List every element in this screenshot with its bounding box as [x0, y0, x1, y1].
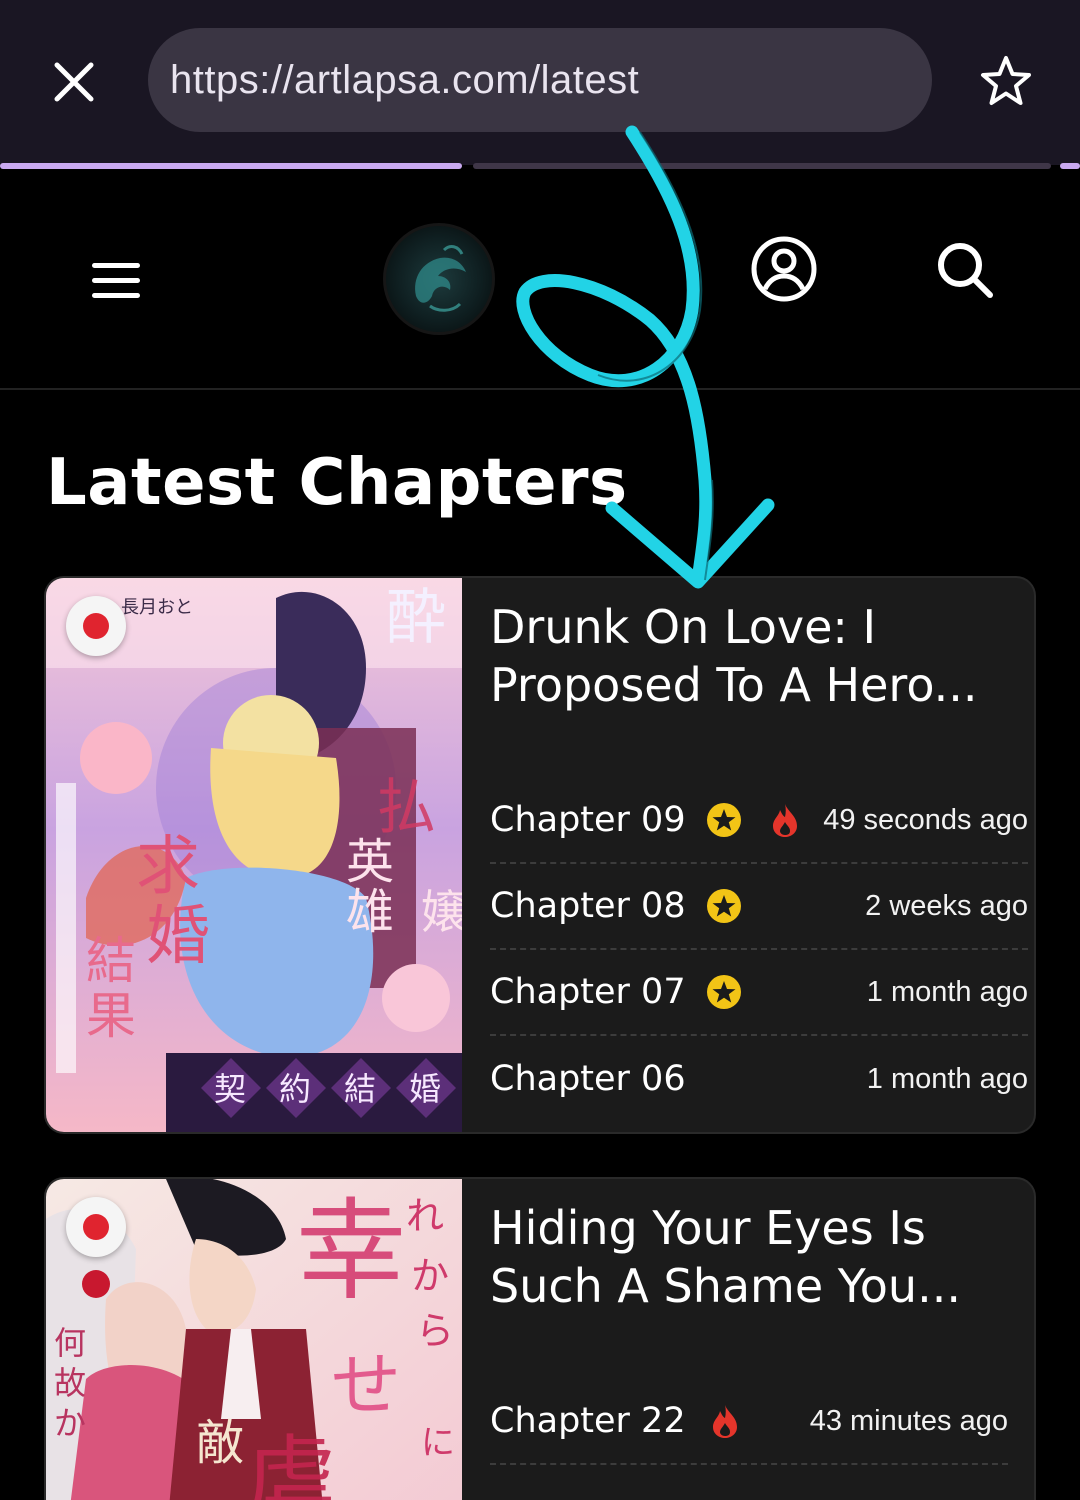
svg-text:か: か [54, 1404, 86, 1442]
chapter-time: 1 month ago [866, 975, 1028, 1008]
chapter-label: Chapter 08 [490, 886, 686, 926]
chapter-label: Chapter 07 [490, 972, 686, 1012]
series-title[interactable]: Hiding Your Eyes Is Such A Shame You... [490, 1199, 1010, 1315]
star-badge-icon [706, 889, 741, 923]
chapter-time: 2 weeks ago [865, 889, 1028, 922]
hamburger-menu-icon[interactable] [86, 259, 146, 303]
hot-badge [66, 1197, 126, 1257]
hot-badge [66, 596, 126, 656]
page-load-progress [0, 163, 1080, 171]
chapter-time: 1 month ago [866, 1062, 1028, 1095]
svg-text:何: 何 [54, 1324, 86, 1362]
svg-text:英: 英 [346, 834, 394, 890]
site-logo[interactable] [383, 223, 495, 335]
svg-text:払: 払 [376, 773, 436, 843]
search-icon[interactable] [934, 239, 996, 301]
chapter-row[interactable]: Chapter 09 49 seconds ago [490, 778, 1028, 864]
series-cover-image[interactable]: 幸 せ 虐 敵 れ か ら に 何 故 か [46, 1179, 462, 1500]
svg-text:ら: ら [416, 1309, 454, 1353]
svg-text:嬢: 嬢 [421, 885, 462, 939]
series-card[interactable]: 幸 せ 虐 敵 れ か ら に 何 故 か Hiding Your Eyes I… [44, 1177, 1036, 1500]
chapter-time: 49 seconds ago [823, 803, 1028, 836]
svg-text:結: 結 [86, 932, 136, 990]
svg-text:結: 結 [344, 1070, 376, 1108]
svg-text:せ: せ [331, 1344, 401, 1426]
svg-text:に: に [421, 1423, 455, 1463]
svg-text:果: 果 [86, 987, 136, 1045]
url-bar[interactable]: https://artlapsa.com/latest [148, 28, 932, 132]
series-cover-image[interactable]: 契 約 結 婚 酔 払 英 雄 嬢 求 婚 結 果 長月おと [46, 578, 467, 1132]
close-icon[interactable] [44, 52, 104, 112]
svg-text:敵: 敵 [196, 1415, 244, 1471]
svg-text:虐: 虐 [246, 1426, 336, 1500]
chapter-label: Chapter 22 [490, 1401, 686, 1441]
browser-toolbar: https://artlapsa.com/latest [0, 0, 1080, 169]
chapter-label: Chapter 06 [490, 1059, 686, 1099]
svg-text:幸: 幸 [296, 1187, 406, 1315]
svg-text:故: 故 [54, 1364, 86, 1402]
svg-text:か: か [411, 1254, 449, 1298]
fire-icon [712, 1405, 737, 1438]
svg-text:約: 約 [279, 1070, 311, 1108]
series-title[interactable]: Drunk On Love: I Proposed To A Hero... [490, 598, 1010, 714]
svg-text:酔: 酔 [386, 583, 446, 653]
svg-text:雄: 雄 [346, 884, 394, 940]
site-header [0, 171, 1080, 390]
chapter-row[interactable]: Chapter 07 1 month ago [490, 950, 1028, 1036]
svg-text:契: 契 [214, 1070, 246, 1108]
chapter-label: Chapter 09 [490, 800, 686, 840]
svg-text:婚: 婚 [146, 900, 210, 974]
chapter-time: 43 minutes ago [809, 1404, 1008, 1437]
series-card[interactable]: 契 約 結 婚 酔 払 英 雄 嬢 求 婚 結 果 長月おと Drunk On … [44, 576, 1036, 1134]
svg-text:れ: れ [406, 1194, 444, 1238]
star-badge-icon [706, 803, 741, 837]
svg-text:求: 求 [136, 830, 200, 904]
fire-icon [772, 804, 797, 837]
chapter-row[interactable]: Chapter 22 43 minutes ago [490, 1379, 1008, 1465]
bookmark-star-icon[interactable] [974, 52, 1038, 112]
chapter-row[interactable]: Chapter 06 1 month ago [490, 1036, 1028, 1122]
chapter-row[interactable]: Chapter 08 2 weeks ago [490, 864, 1028, 950]
star-badge-icon [706, 975, 741, 1009]
svg-text:婚: 婚 [409, 1070, 441, 1108]
user-account-icon[interactable] [750, 235, 818, 303]
url-text: https://artlapsa.com/latest [170, 57, 640, 102]
svg-text:長月おと: 長月おと [121, 597, 193, 618]
page-title: Latest Chapters [46, 446, 628, 520]
